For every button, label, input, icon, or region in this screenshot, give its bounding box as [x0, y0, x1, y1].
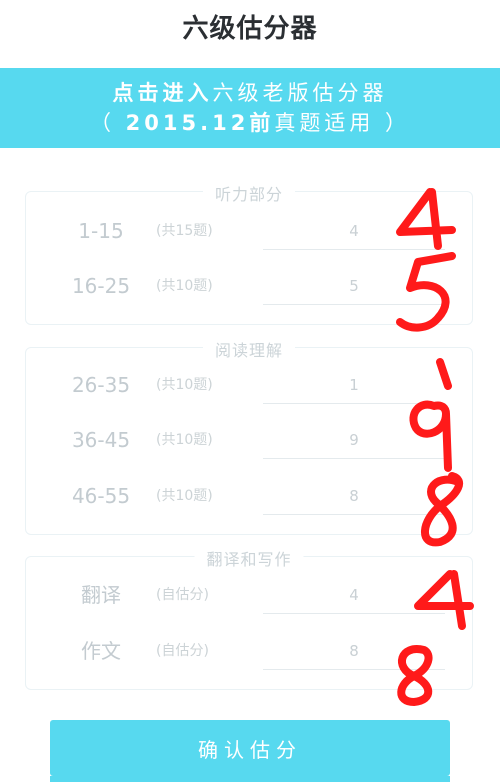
- app-header: 六级估分器: [0, 0, 500, 52]
- score-row: 16-25 (共10题) 5: [26, 258, 474, 314]
- question-count: (自估分): [156, 587, 209, 603]
- score-row: 翻译 (自估分) 4: [26, 567, 474, 623]
- question-range: 作文: [81, 639, 121, 663]
- score-row: 46-55 (共10题) 8: [26, 468, 474, 524]
- score-input[interactable]: 8: [263, 478, 445, 515]
- section-title: 听力部分: [202, 181, 296, 205]
- question-range: 16-25: [71, 274, 131, 298]
- score-row: 作文 (自估分) 8: [26, 623, 474, 679]
- banner-line-1-rest: 六级老版估分器: [212, 81, 388, 105]
- question-range: 36-45: [71, 428, 131, 452]
- score-input[interactable]: 1: [263, 367, 445, 404]
- banner-line-2: （ 2015.12前真题适用 ）: [90, 108, 410, 138]
- score-input[interactable]: 4: [263, 213, 445, 250]
- banner-line-1: 点击进入六级老版估分器: [113, 78, 388, 108]
- question-count: (共15题): [156, 223, 213, 239]
- banner-line-1-bold: 点击进入: [112, 81, 213, 105]
- reading-section: 阅读理解 26-35 (共10题) 1 36-45 (共10题) 9 46-55…: [25, 337, 474, 535]
- question-range: 46-55: [71, 484, 131, 508]
- score-row: 1-15 (共15题) 4: [26, 203, 474, 259]
- page-title: 六级估分器: [182, 13, 318, 44]
- banner-line-2-open: （: [89, 111, 126, 135]
- confirm-estimate-button[interactable]: 确认估分: [50, 720, 450, 776]
- score-row: 36-45 (共10题) 9: [26, 412, 474, 468]
- banner-line-2-bold: 2015.12前: [125, 111, 275, 135]
- question-range: 26-35: [71, 373, 131, 397]
- translation-writing-section: 翻译和写作 翻译 (自估分) 4 作文 (自估分) 8: [25, 546, 474, 690]
- confirm-button-edge: [50, 776, 450, 782]
- score-input[interactable]: 5: [263, 268, 445, 305]
- question-count: (共10题): [156, 278, 213, 294]
- score-input[interactable]: 8: [263, 633, 445, 670]
- score-row: 26-35 (共10题) 1: [26, 357, 474, 413]
- question-range: 翻译: [81, 583, 121, 607]
- listening-section: 听力部分 1-15 (共15题) 4 16-25 (共10题) 5: [25, 181, 474, 325]
- banner-line-2-rest: 真题适用 ）: [274, 111, 411, 135]
- question-count: (共10题): [156, 488, 213, 504]
- question-count: (共10题): [156, 377, 213, 393]
- old-version-banner-link[interactable]: 点击进入六级老版估分器 （ 2015.12前真题适用 ）: [0, 68, 500, 148]
- score-input[interactable]: 4: [263, 577, 445, 614]
- question-range: 1-15: [78, 219, 124, 243]
- question-count: (共10题): [156, 432, 213, 448]
- score-input[interactable]: 9: [263, 422, 445, 459]
- question-count: (自估分): [156, 643, 209, 659]
